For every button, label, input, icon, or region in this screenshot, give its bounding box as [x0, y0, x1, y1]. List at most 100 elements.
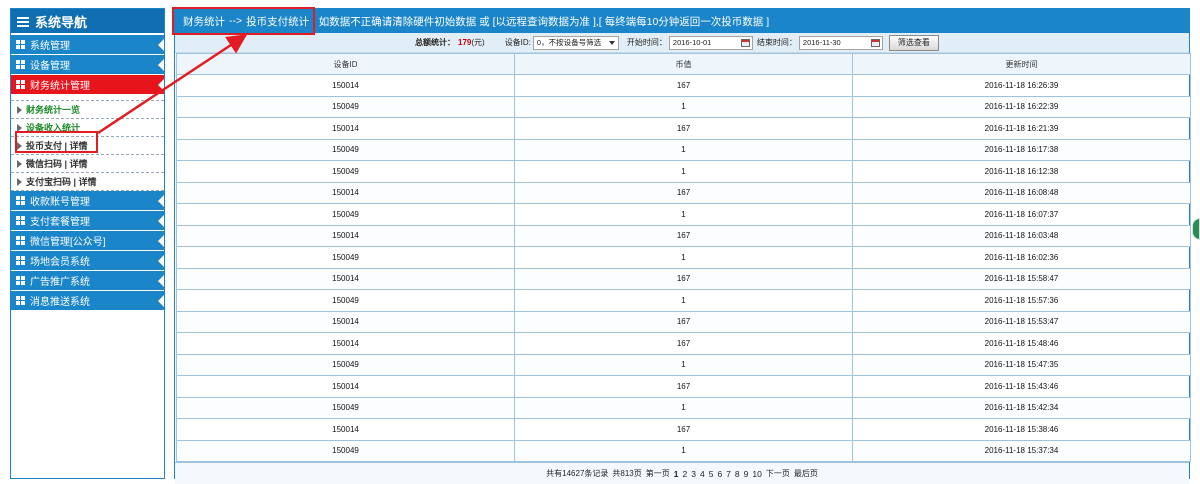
end-date-label: 结束时间：: [756, 38, 797, 47]
table-row: 150014 167 2016-11-18 15:48:46: [176, 332, 1191, 355]
record-count: 共有14627条记录: [546, 469, 609, 478]
calendar-icon[interactable]: [740, 38, 750, 47]
page-number-link[interactable]: 10: [752, 469, 761, 479]
menu-item-ads[interactable]: 广告推广系统: [11, 271, 164, 290]
menu-item-finance[interactable]: 财务统计管理: [11, 75, 164, 94]
cell-update-time: 2016-11-18 15:48:46: [852, 332, 1191, 355]
cell-device-id: 150014: [176, 418, 515, 441]
end-date-value: 2016-11-30: [802, 38, 841, 47]
table-row: 150014 167 2016-11-18 15:53:47: [176, 310, 1191, 333]
cell-update-time: 2016-11-18 15:37:34: [852, 439, 1191, 462]
cell-update-time: 2016-11-18 15:58:47: [852, 267, 1191, 290]
cell-device-id: 150049: [176, 138, 515, 161]
breadcrumb: 财务统计 --> 投币支付统计 | 如数据不正确请清除硬件初始数据 或 [以远程…: [175, 9, 1189, 33]
table-row: 150049 1 2016-11-18 16:12:38: [176, 160, 1191, 183]
start-date-label: 开始时间：: [626, 38, 667, 47]
cell-device-id: 150049: [176, 289, 515, 312]
submenu-item-alipay-scan[interactable]: 支付宝扫码 | 详情: [11, 173, 164, 191]
start-date-input[interactable]: 2016-10-01: [668, 35, 753, 50]
submenu-item-finance-overview[interactable]: 财务统计一览: [11, 101, 164, 119]
cell-coin-value: 1: [514, 138, 853, 161]
column-header-coin-value: 币值: [514, 53, 853, 75]
page-number-link[interactable]: 3: [691, 469, 696, 479]
table-row: 150049 1 2016-11-18 16:07:37: [176, 203, 1191, 226]
cell-coin-value: 167: [514, 224, 853, 247]
menu-label: 消息推送系统: [30, 297, 90, 308]
grid-icon: [16, 80, 25, 89]
menu-item-venue-members[interactable]: 场地会员系统: [11, 251, 164, 270]
table-row: 150049 1 2016-11-18 15:57:36: [176, 289, 1191, 312]
cell-device-id: 150049: [176, 439, 515, 462]
menu-item-device[interactable]: 设备管理: [11, 55, 164, 74]
main-panel: 财务统计 --> 投币支付统计 | 如数据不正确请清除硬件初始数据 或 [以远程…: [174, 8, 1191, 484]
page-number-link[interactable]: 1: [674, 469, 679, 479]
menu-label: 财务统计管理: [30, 81, 90, 92]
table-row: 150049 1 2016-11-18 15:47:35: [176, 353, 1191, 376]
submenu-item-wechat-scan[interactable]: 微信扫码 | 详情: [11, 155, 164, 173]
menu-label: 系统管理: [30, 41, 70, 52]
menu-item-push[interactable]: 消息推送系统: [11, 291, 164, 310]
grid-icon: [16, 296, 25, 305]
device-label: 设备ID:: [504, 38, 531, 47]
cell-update-time: 2016-11-18 15:38:46: [852, 418, 1191, 441]
page-count: 共813页: [612, 469, 642, 478]
table-row: 150049 1 2016-11-18 15:37:34: [176, 439, 1191, 462]
page-number-link[interactable]: 6: [717, 469, 722, 479]
total-label: 总额统计：: [415, 38, 455, 47]
table-row: 150014 167 2016-11-18 16:03:48: [176, 224, 1191, 247]
page-number-link[interactable]: 9: [744, 469, 749, 479]
first-page-link[interactable]: 第一页: [646, 468, 670, 479]
triangle-right-icon: [17, 177, 22, 186]
cell-update-time: 2016-11-18 15:42:34: [852, 396, 1191, 419]
menu-item-wechat[interactable]: 微信管理[公众号]: [11, 231, 164, 250]
grid-icon: [16, 256, 25, 265]
list-icon: [17, 16, 29, 27]
cell-device-id: 150049: [176, 95, 515, 118]
next-page-link[interactable]: 下一页: [766, 468, 790, 479]
page-number-link[interactable]: 4: [700, 469, 705, 479]
page-number-link[interactable]: 5: [709, 469, 714, 479]
chevron-down-icon: [608, 40, 615, 45]
annotation-box-submenu: [15, 131, 98, 153]
end-date-input[interactable]: 2016-11-30: [798, 35, 883, 50]
notice-text: | 如数据不正确请清除硬件初始数据 或 [以远程查询数据为准 ],[ 每终端每1…: [313, 15, 770, 28]
cell-update-time: 2016-11-18 16:17:38: [852, 138, 1191, 161]
cell-update-time: 2016-11-18 16:02:36: [852, 246, 1191, 269]
menu-label: 设备管理: [30, 61, 70, 72]
cell-coin-value: 1: [514, 246, 853, 269]
menu-item-packages[interactable]: 支付套餐管理: [11, 211, 164, 230]
cell-coin-value: 1: [514, 289, 853, 312]
sidebar: 系统导航 系统管理 设备管理 财务统计管理 财务统计一览 设备收入统计 投币支付…: [10, 8, 165, 479]
menu-item-system[interactable]: 系统管理: [11, 35, 164, 54]
menu-label: 场地会员系统: [30, 257, 90, 268]
page-numbers: 1 2 3 4 5 6 7 8 9 10: [674, 469, 762, 479]
cell-coin-value: 1: [514, 439, 853, 462]
grid-icon: [16, 236, 25, 245]
cell-update-time: 2016-11-18 16:26:39: [852, 74, 1191, 97]
cell-device-id: 150014: [176, 375, 515, 398]
annotation-box-breadcrumb: [172, 7, 315, 35]
page-number-link[interactable]: 8: [735, 469, 740, 479]
triangle-right-icon: [17, 105, 22, 114]
grid-icon: [16, 60, 25, 69]
cell-device-id: 150049: [176, 246, 515, 269]
page-number-link[interactable]: 7: [726, 469, 731, 479]
cell-update-time: 2016-11-18 16:07:37: [852, 203, 1191, 226]
calendar-icon[interactable]: [870, 38, 880, 47]
scroll-handle[interactable]: [1192, 218, 1200, 240]
total-value: 179: [458, 38, 472, 47]
cell-device-id: 150014: [176, 181, 515, 204]
page-number-link[interactable]: 2: [683, 469, 688, 479]
device-select[interactable]: 0，不按设备号筛选: [532, 35, 619, 50]
last-page-link[interactable]: 最后页: [794, 468, 818, 479]
cell-update-time: 2016-11-18 16:21:39: [852, 117, 1191, 140]
submenu-label: 微信扫码 | 详情: [26, 159, 88, 169]
cell-update-time: 2016-11-18 16:12:38: [852, 160, 1191, 183]
cell-device-id: 150014: [176, 332, 515, 355]
cell-coin-value: 167: [514, 181, 853, 204]
total-unit: (元): [471, 38, 485, 47]
menu-label: 收款账号管理: [30, 197, 90, 208]
menu-item-accounts[interactable]: 收款账号管理: [11, 191, 164, 210]
table-row: 150049 1 2016-11-18 16:22:39: [176, 95, 1191, 118]
filter-view-button[interactable]: 筛选查看: [888, 34, 939, 51]
